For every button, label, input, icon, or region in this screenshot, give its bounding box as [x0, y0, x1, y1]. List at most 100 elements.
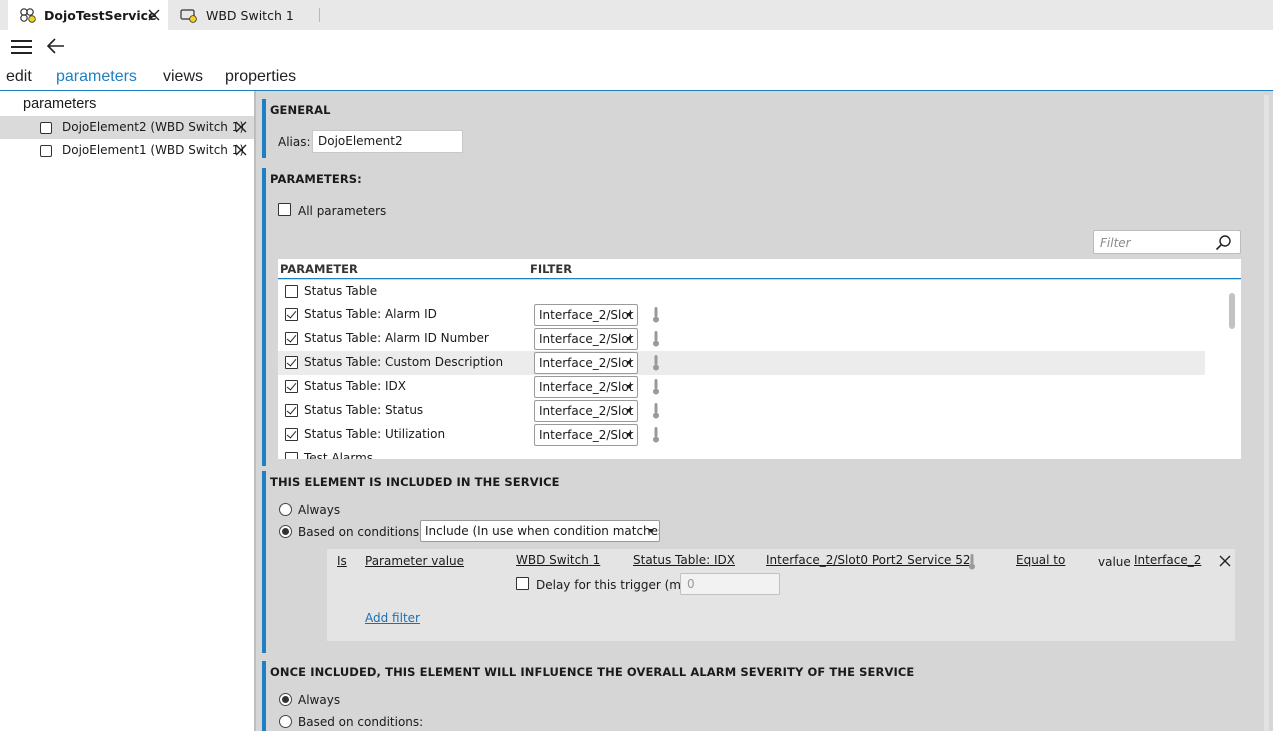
table-row[interactable]: Test Alarms: [278, 447, 1205, 459]
condition-parameter-link[interactable]: Status Table: IDX: [633, 553, 735, 567]
delay-input[interactable]: 0: [680, 573, 780, 595]
thermometer-icon[interactable]: [651, 402, 661, 420]
filter-dropdown[interactable]: Interface_2/Slot: [534, 304, 638, 326]
main-scrollbar[interactable]: [1264, 95, 1269, 731]
element-checkbox[interactable]: [40, 122, 52, 134]
table-row[interactable]: Status Table: Custom Description Interfa…: [278, 351, 1205, 375]
alias-label: Alias:: [278, 135, 311, 149]
row-checkbox[interactable]: [285, 285, 298, 298]
included-conditions-label: Based on conditions:: [298, 525, 424, 539]
row-checkbox[interactable]: [285, 332, 298, 345]
section-accent: [262, 99, 266, 158]
severity-conditions-radio[interactable]: [279, 715, 292, 728]
tab-label: WBD Switch 1: [206, 8, 294, 23]
condition-operator-link[interactable]: Equal to: [1016, 553, 1065, 567]
table-row[interactable]: Status Table: Alarm ID Number Interface_…: [278, 327, 1205, 351]
filter-dropdown[interactable]: Interface_2/Slot: [534, 400, 638, 422]
row-checkbox[interactable]: [285, 404, 298, 417]
filter-input[interactable]: Filter: [1093, 230, 1241, 254]
included-conditions-radio[interactable]: [279, 525, 292, 538]
hamburger-menu-icon[interactable]: [11, 40, 32, 54]
caret-down-icon: [626, 313, 632, 317]
parameters-title: PARAMETERS:: [270, 172, 362, 186]
back-arrow-icon[interactable]: [46, 37, 66, 55]
parameter-name: Status Table: Custom Description: [304, 355, 504, 369]
filter-value: Interface_2/Slot: [539, 428, 634, 442]
all-parameters-label: All parameters: [298, 204, 387, 218]
left-list-item[interactable]: DojoElement2 (WBD Switch 1): [0, 116, 254, 139]
thermometer-icon[interactable]: [967, 553, 977, 571]
menu-properties[interactable]: properties: [225, 68, 296, 86]
thermometer-icon[interactable]: [651, 426, 661, 444]
tab-label: DojoTestService: [44, 8, 157, 23]
remove-condition-icon[interactable]: [1219, 555, 1233, 569]
filter-dropdown[interactable]: Interface_2/Slot: [534, 352, 638, 374]
caret-down-icon: [626, 361, 632, 365]
row-checkbox[interactable]: [285, 308, 298, 321]
table-row[interactable]: Status Table: [278, 280, 1205, 304]
search-icon[interactable]: [1215, 234, 1232, 251]
row-checkbox[interactable]: [285, 452, 298, 459]
condition-index-link[interactable]: Interface_2/Slot0 Port2 Service 52: [766, 553, 971, 567]
filter-dropdown[interactable]: Interface_2/Slot: [534, 328, 638, 350]
close-icon[interactable]: [148, 9, 162, 23]
table-row[interactable]: Status Table: Alarm ID Interface_2/Slot: [278, 303, 1205, 327]
condition-value-link[interactable]: Interface_2: [1134, 553, 1201, 567]
element-checkbox[interactable]: [40, 145, 52, 157]
condition-is-link[interactable]: Is: [337, 554, 347, 568]
parameter-table: Status Table Status Table: Alarm ID Inte…: [278, 280, 1241, 459]
remove-icon[interactable]: [235, 121, 247, 133]
filter-dropdown[interactable]: Interface_2/Slot: [534, 424, 638, 446]
menu-views[interactable]: views: [163, 68, 203, 86]
tab-divider: [319, 8, 320, 22]
thermometer-icon[interactable]: [651, 330, 661, 348]
table-row[interactable]: Status Table: Status Interface_2/Slot: [278, 399, 1205, 423]
included-always-radio[interactable]: [279, 503, 292, 516]
toolbar: [0, 30, 1273, 64]
column-filter: FILTER: [530, 262, 573, 276]
condition-type-link[interactable]: Parameter value: [365, 554, 464, 568]
row-checkbox[interactable]: [285, 356, 298, 369]
table-row[interactable]: Status Table: Utilization Interface_2/Sl…: [278, 423, 1205, 447]
tab-dojotestservice[interactable]: DojoTestService: [8, 0, 168, 30]
row-checkbox[interactable]: [285, 428, 298, 441]
filter-placeholder: Filter: [1100, 236, 1131, 250]
filter-value: Interface_2/Slot: [539, 308, 634, 322]
included-always-label: Always: [298, 503, 341, 517]
severity-always-label: Always: [298, 693, 341, 707]
alias-input[interactable]: DojoElement2: [312, 130, 463, 153]
caret-down-icon: [626, 409, 632, 413]
tab-wbd-switch-1[interactable]: WBD Switch 1: [168, 0, 318, 30]
add-filter-link[interactable]: Add filter: [365, 611, 420, 625]
severity-always-radio[interactable]: [279, 693, 292, 706]
condition-element-link[interactable]: WBD Switch 1: [516, 553, 600, 567]
filter-dropdown[interactable]: Interface_2/Slot: [534, 376, 638, 398]
menu-parameters[interactable]: parameters: [56, 68, 137, 86]
severity-conditions-label: Based on conditions:: [298, 715, 424, 729]
parameter-name: Test Alarms: [304, 451, 374, 459]
thermometer-icon[interactable]: [651, 378, 661, 396]
element-icon: [180, 8, 200, 24]
table-scrollbar-thumb[interactable]: [1229, 293, 1235, 329]
condition-value-label: value: [1098, 555, 1131, 569]
remove-icon[interactable]: [235, 144, 247, 156]
caret-down-icon: [626, 433, 632, 437]
thermometer-icon[interactable]: [651, 306, 661, 324]
thermometer-icon[interactable]: [651, 354, 661, 372]
left-list-item[interactable]: DojoElement1 (WBD Switch 1): [0, 139, 254, 162]
delay-label: Delay for this trigger (ms):: [536, 578, 696, 592]
left-list-item-label: DojoElement2 (WBD Switch 1): [62, 120, 245, 134]
filter-value: Interface_2/Slot: [539, 380, 634, 394]
caret-down-icon: [626, 337, 632, 341]
include-mode-dropdown[interactable]: Include (In use when condition matches): [420, 520, 660, 542]
menu-edit[interactable]: edit: [6, 68, 32, 86]
parameter-name: Status Table: Alarm ID: [304, 307, 437, 321]
caret-down-icon: [648, 529, 654, 533]
panel-splitter[interactable]: [254, 91, 256, 731]
table-row[interactable]: Status Table: IDX Interface_2/Slot: [278, 375, 1205, 399]
parameter-name: Status Table: Status: [304, 403, 424, 417]
all-parameters-checkbox[interactable]: [278, 203, 291, 216]
parameter-name: Status Table: IDX: [304, 379, 406, 393]
delay-checkbox[interactable]: [516, 577, 529, 590]
row-checkbox[interactable]: [285, 380, 298, 393]
